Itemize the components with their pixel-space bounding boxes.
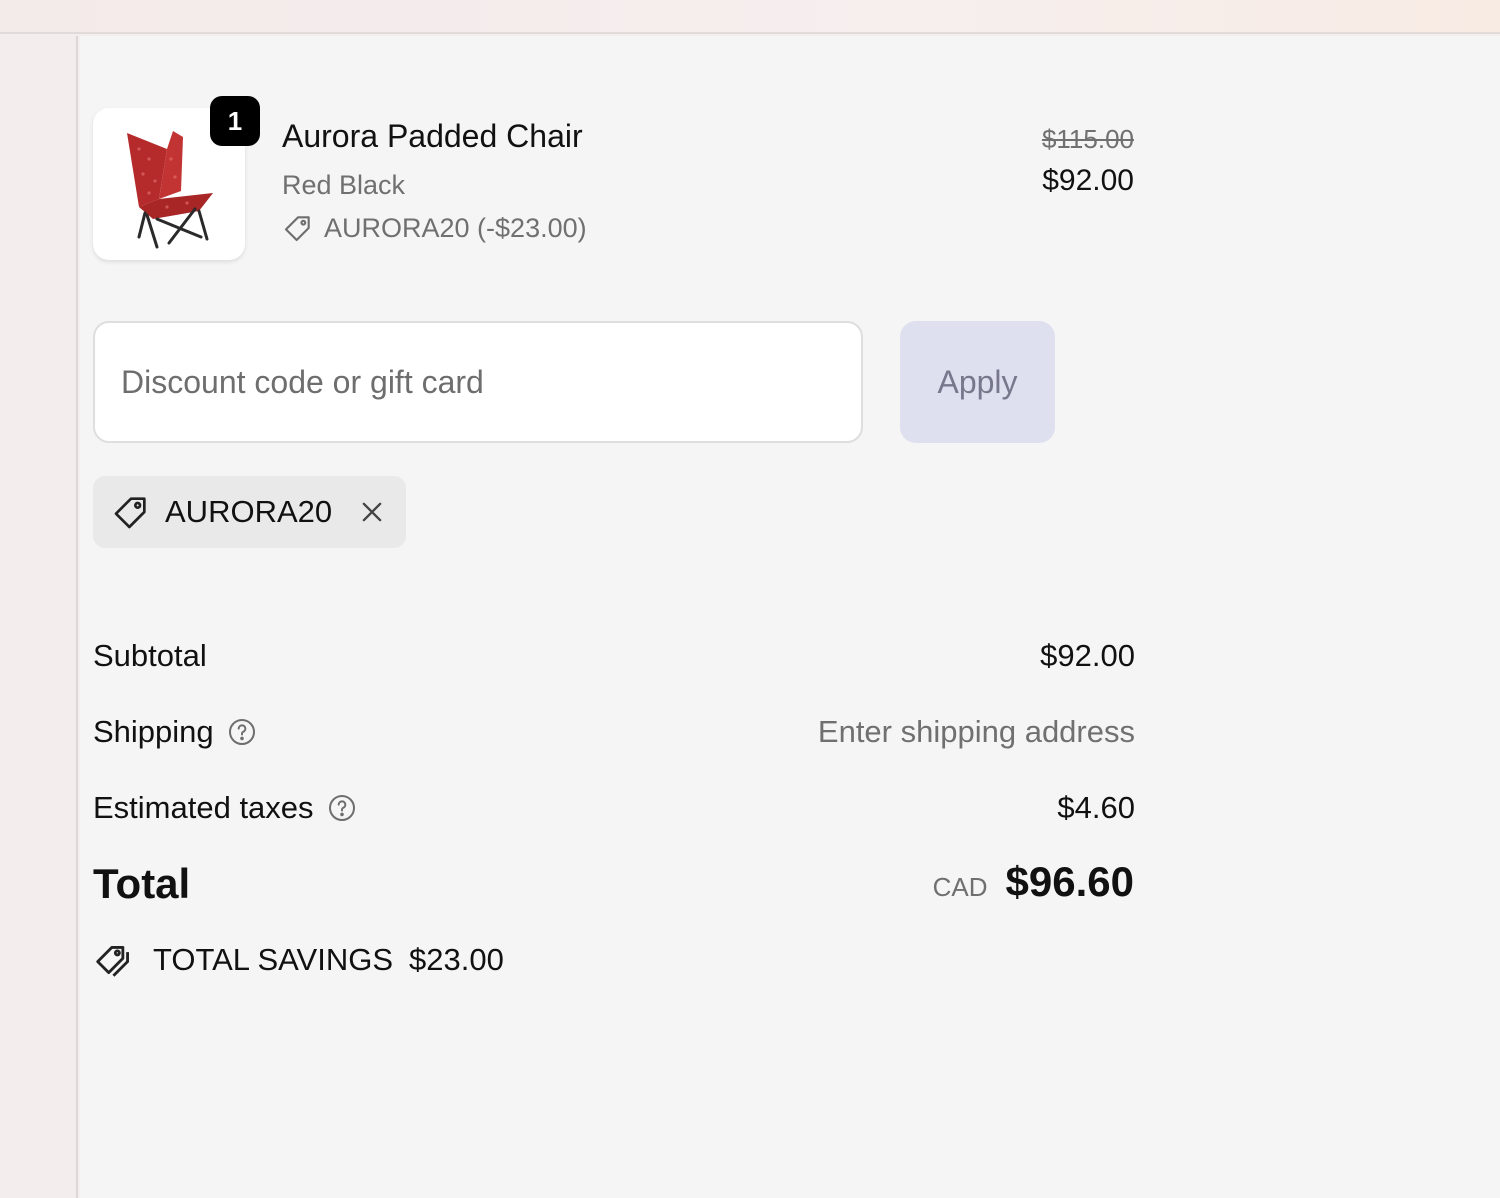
current-price: $92.00 (1042, 164, 1134, 197)
left-panel-edge (0, 36, 78, 1198)
remove-code-button[interactable] (358, 498, 386, 526)
product-name: Aurora Padded Chair (282, 118, 583, 154)
product-variant: Red Black (282, 170, 406, 200)
taxes-label-text: Estimated taxes (93, 790, 314, 825)
taxes-value: $4.60 (1057, 790, 1135, 825)
total-savings-value: $23.00 (409, 942, 504, 977)
tag-icon (114, 497, 146, 529)
help-icon (228, 719, 255, 745)
shipping-label: Shipping (93, 714, 258, 750)
taxes-label: Estimated taxes (93, 790, 358, 826)
subtotal-label-text: Subtotal (93, 638, 207, 673)
shipping-label-text: Shipping (93, 714, 214, 749)
applied-code-chip: AURORA20 (93, 476, 407, 548)
total-savings-label: TOTAL SAVINGS (153, 942, 394, 977)
order-summary (80, 36, 1500, 1198)
product-discount: AURORA20 (-$23.00) (282, 212, 587, 244)
total-savings: TOTAL SAVINGS $23.00 (93, 940, 504, 980)
discount-code-input[interactable] (93, 321, 863, 443)
subtotal-value: $92.00 (1040, 638, 1135, 673)
original-price: $115.00 (1041, 124, 1134, 154)
double-tag-icon (96, 946, 129, 977)
apply-button[interactable]: Apply (900, 321, 1055, 443)
total-amount: $96.60 (1005, 858, 1134, 905)
help-icon (328, 795, 355, 821)
close-icon (362, 502, 382, 522)
product-discount-label: AURORA20 (-$23.00) (324, 212, 587, 243)
currency-code: CAD (932, 872, 988, 902)
total-label: Total (93, 860, 191, 907)
applied-code-label: AURORA20 (165, 494, 333, 529)
subtotal-label: Subtotal (93, 638, 207, 674)
shipping-help-button[interactable] (226, 716, 258, 748)
tag-icon (284, 216, 310, 242)
browser-top-strip (0, 0, 1500, 34)
shipping-value: Enter shipping address (817, 714, 1135, 749)
total-value: CAD $96.60 (933, 858, 1134, 906)
taxes-help-button[interactable] (326, 792, 358, 824)
quantity-badge: 1 (210, 96, 260, 146)
